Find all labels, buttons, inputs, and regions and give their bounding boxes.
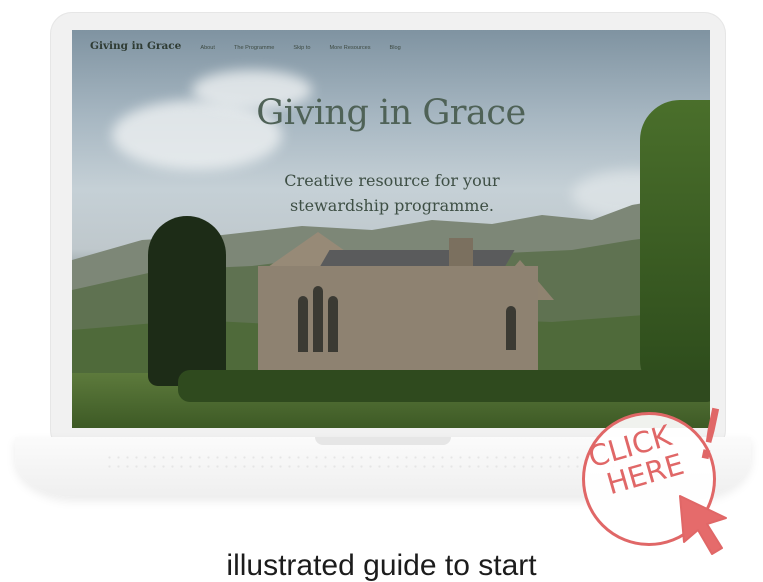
site-nav: Giving in Grace About The Programme Skip… [90, 40, 401, 52]
church [258, 266, 538, 386]
hero-title: Giving in Grace [256, 93, 526, 133]
exclamation-icon: ! [687, 391, 733, 479]
click-here-badge[interactable]: CLICK HERE ! [578, 391, 733, 558]
tree-right [640, 100, 710, 400]
yew-tree [148, 216, 226, 386]
site-logo[interactable]: Giving in Grace [90, 40, 181, 52]
hero-subtitle-line-2: stewardship programme. [289, 196, 495, 215]
nav-link-blog[interactable]: Blog [390, 45, 401, 51]
church-window [313, 286, 323, 352]
nav-link-skip-to[interactable]: Skip to [293, 45, 310, 51]
laptop-notch [315, 437, 451, 445]
hero-subtitle: Creative resource for your stewardship p… [262, 168, 522, 218]
bottom-caption: illustrated guide to start [226, 549, 537, 582]
church-window [298, 296, 308, 352]
church-window [506, 306, 516, 350]
hero-subtitle-line-1: Creative resource for your [284, 171, 500, 190]
nav-link-about[interactable]: About [200, 45, 215, 51]
website-screen: Giving in Grace About The Programme Skip… [72, 30, 710, 428]
church-window [328, 296, 338, 352]
nav-link-more-resources[interactable]: More Resources [330, 45, 371, 51]
nav-link-programme[interactable]: The Programme [234, 45, 274, 51]
